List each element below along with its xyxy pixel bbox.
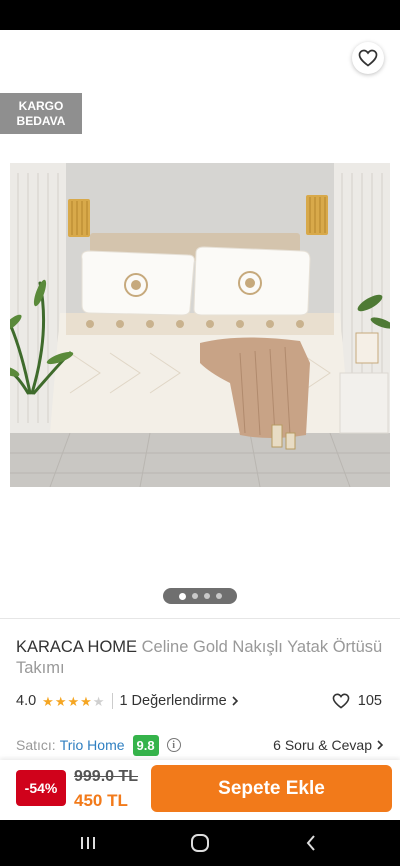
bedroom-photo	[10, 163, 390, 487]
home-icon	[191, 834, 209, 852]
reviews-link[interactable]: 1 Değerlendirme	[119, 693, 238, 709]
discount-badge: -54%	[16, 770, 66, 806]
seller-score-badge: 9.8	[132, 734, 159, 756]
rating-row: 4.0 ★ ★ ★ ★ ★ 1 Değerlendirme 105	[16, 690, 386, 712]
old-price: 999.0 TL	[74, 768, 139, 785]
back-button[interactable]	[12, 42, 44, 74]
heart-icon	[358, 49, 378, 67]
star-icon: ★	[54, 693, 67, 709]
status-bar	[0, 0, 400, 30]
star-icon: ★	[42, 693, 54, 709]
system-back-button[interactable]	[298, 830, 324, 856]
reviews-label: 1 Değerlendirme	[119, 693, 227, 709]
share-button[interactable]	[302, 42, 334, 74]
pager-dot[interactable]	[203, 593, 210, 599]
chevron-right-icon	[232, 696, 238, 706]
free-shipping-badge: KARGO BEDAVA	[0, 93, 82, 134]
questions-link[interactable]: 6 Soru & Cevap	[273, 734, 384, 756]
divider	[0, 618, 400, 619]
purchase-bar: -54% 999.0 TL 450 TL Sepete Ekle	[0, 760, 400, 820]
questions-label: 6 Soru & Cevap	[273, 737, 372, 753]
star-icon: ★	[67, 693, 80, 709]
separator	[112, 693, 114, 709]
pager-dot[interactable]	[178, 592, 186, 600]
top-bar	[0, 30, 400, 86]
chevron-right-icon	[377, 740, 384, 750]
rating-stars: ★ ★ ★ ★ ★	[42, 695, 104, 708]
new-price: 450 TL	[74, 791, 128, 810]
seller-prefix: Satıcı:	[16, 737, 56, 753]
pager-dot[interactable]	[191, 593, 198, 599]
cargo-badge-line2: BEDAVA	[16, 113, 66, 128]
favorite-button[interactable]	[352, 42, 384, 74]
image-pager[interactable]	[163, 588, 237, 604]
star-icon: ★	[80, 693, 92, 709]
star-icon: ★	[92, 693, 105, 709]
product-brand[interactable]: KARACA HOME	[16, 638, 137, 656]
seller-row: Satıcı: Trio Home 9.8 i 6 Soru & Cevap	[16, 734, 386, 756]
product-title: KARACA HOME Celine Gold Nakışlı Yatak Ör…	[16, 637, 386, 679]
info-icon[interactable]: i	[166, 738, 181, 752]
recent-apps-button[interactable]	[75, 830, 101, 856]
recent-apps-icon	[81, 837, 95, 849]
system-nav-bar	[0, 820, 400, 866]
home-button[interactable]	[187, 830, 213, 856]
share-icon	[309, 48, 327, 68]
favorite-count[interactable]: 105	[332, 690, 382, 712]
chevron-left-icon	[306, 835, 315, 851]
cargo-badge-line1: KARGO	[18, 98, 64, 113]
favorite-count-value: 105	[357, 693, 382, 709]
product-image[interactable]	[10, 163, 390, 487]
pager-dot[interactable]	[215, 593, 222, 599]
add-to-cart-button[interactable]: Sepete Ekle	[151, 765, 392, 812]
heart-icon	[332, 693, 350, 709]
seller-name-link[interactable]: Trio Home	[60, 737, 125, 753]
arrow-left-icon	[20, 50, 36, 66]
rating-score: 4.0	[16, 693, 37, 709]
